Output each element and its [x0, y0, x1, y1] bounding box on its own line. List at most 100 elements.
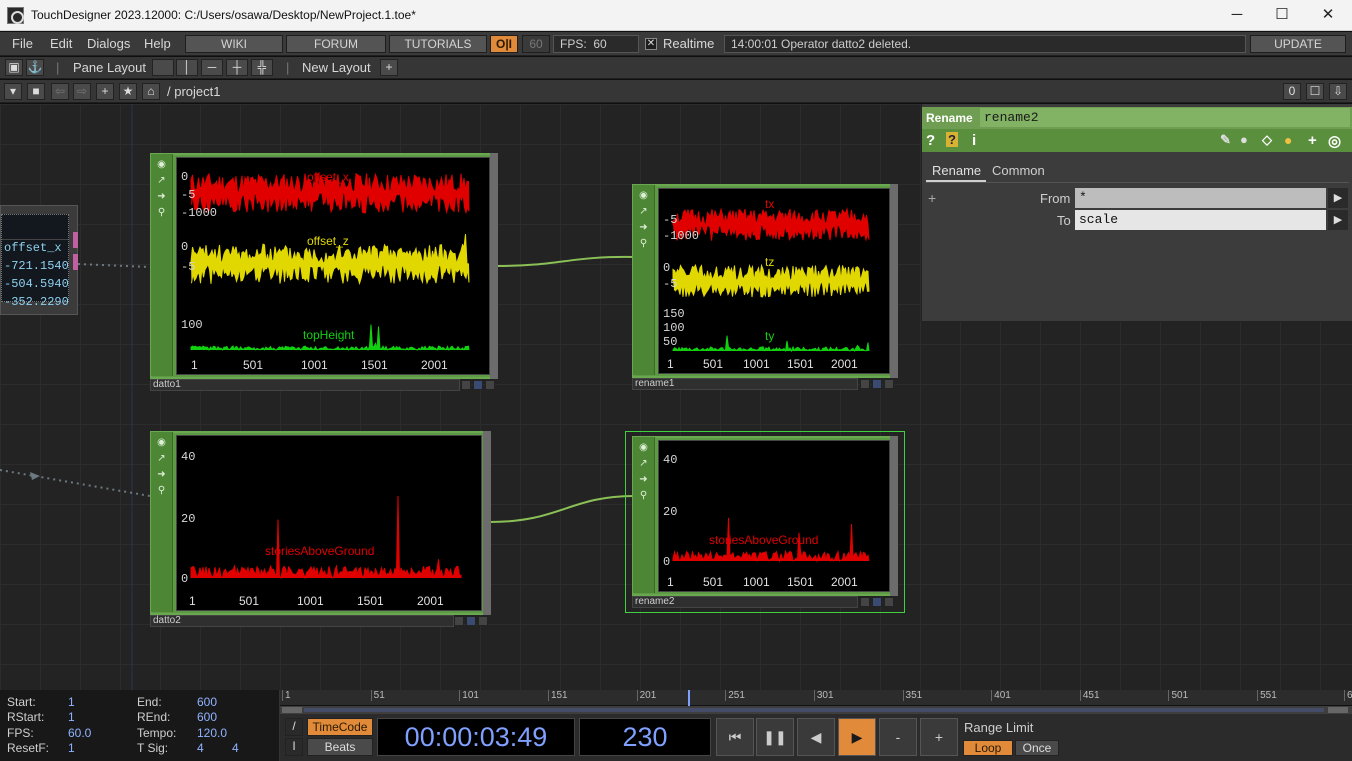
chop-viewer[interactable]: 40 20 0 storiesAboveGround 1 501 1001 15…: [658, 440, 890, 592]
download-icon[interactable]: ⇩: [1329, 83, 1347, 100]
python-help-icon[interactable]: ?: [946, 132, 958, 147]
chop-viewer[interactable]: 40 20 0 storiesAboveGround 1 501 1001 15…: [176, 435, 482, 611]
once-button[interactable]: Once: [1015, 740, 1059, 756]
performance-mode-button[interactable]: O|I: [490, 35, 518, 53]
bypass-icon[interactable]: ↗: [155, 452, 168, 465]
menu-dialogs[interactable]: Dialogs: [87, 36, 130, 51]
add-parameter-icon[interactable]: +: [1308, 132, 1317, 149]
from-field[interactable]: *: [1075, 188, 1326, 208]
node-name-label[interactable]: rename2: [632, 596, 858, 608]
lock-icon[interactable]: ⚲: [637, 237, 650, 250]
playhead[interactable]: [688, 690, 690, 706]
beats-toggle[interactable]: Beats: [307, 738, 373, 756]
to-field[interactable]: scale: [1075, 210, 1326, 230]
network-path[interactable]: / project1: [167, 84, 220, 99]
export-icon[interactable]: ➜: [155, 468, 168, 481]
timeline-ruler[interactable]: 151101151201251301351401451501551600: [280, 690, 1352, 706]
end-value[interactable]: 600: [197, 695, 217, 709]
bypass-icon[interactable]: ↗: [155, 174, 168, 187]
from-menu-arrow[interactable]: ▶: [1328, 188, 1348, 208]
play-reverse-icon[interactable]: ◀: [797, 718, 835, 756]
tab-rename[interactable]: Rename: [932, 163, 981, 178]
clone-icon[interactable]: ◇: [1262, 132, 1272, 148]
new-layout-button[interactable]: +: [380, 59, 398, 76]
forward-arrow-icon[interactable]: ⇨: [73, 83, 91, 100]
realtime-checkbox[interactable]: ✕: [645, 38, 657, 50]
layout-quad-icon[interactable]: ╬: [251, 59, 273, 76]
table-node-partial[interactable]: offset_x -721.1540 -504.5940 -352.2290: [0, 205, 78, 315]
node-name-label[interactable]: rename1: [632, 378, 858, 390]
pause-icon[interactable]: ❚❚: [756, 718, 794, 756]
start-value[interactable]: 1: [68, 695, 75, 709]
stop-icon[interactable]: ■: [27, 83, 45, 100]
node-datto2[interactable]: ◉ ↗ ➜ ⚲ 40 20 0 storiesAboveGround 1 501…: [150, 431, 491, 627]
step-forward-button[interactable]: +: [920, 718, 958, 756]
tab-common[interactable]: Common: [992, 163, 1045, 178]
menu-help[interactable]: Help: [144, 36, 171, 51]
tsig-value[interactable]: 4: [232, 741, 239, 755]
target-icon[interactable]: ◎: [1328, 132, 1341, 150]
resetf-value[interactable]: 1: [68, 741, 75, 755]
menu-file[interactable]: File: [12, 36, 33, 51]
lock-icon[interactable]: ⚲: [637, 489, 650, 502]
loop-button[interactable]: Loop: [963, 740, 1013, 756]
lock-icon[interactable]: ⚲: [155, 206, 168, 219]
to-menu-arrow[interactable]: ▶: [1328, 210, 1348, 230]
comment-icon[interactable]: ●: [1240, 132, 1248, 147]
play-forward-icon[interactable]: ▶: [838, 718, 876, 756]
back-arrow-icon[interactable]: ⇦: [51, 83, 69, 100]
export-icon[interactable]: ➜: [637, 473, 650, 486]
python-icon[interactable]: ●: [1284, 132, 1292, 148]
minimize-button[interactable]: ─: [1215, 4, 1259, 26]
node-rename1[interactable]: ◉ ↗ ➜ ⚲ -5 -1000 tx 0 -5 tz 150 100 50 t…: [632, 184, 898, 390]
lock-icon[interactable]: ⚲: [155, 484, 168, 497]
chop-viewer[interactable]: -5 -1000 tx 0 -5 tz 150 100 50 ty 1 501 …: [658, 188, 890, 374]
bypass-icon[interactable]: ↗: [637, 205, 650, 218]
rewind-icon[interactable]: ⏮: [716, 718, 754, 756]
layout-vsplit-icon[interactable]: │: [176, 59, 198, 76]
tsig-value[interactable]: 4: [197, 741, 204, 755]
timecode-toggle[interactable]: TimeCode: [307, 718, 373, 736]
close-button[interactable]: ✕: [1306, 4, 1350, 26]
menu-edit[interactable]: Edit: [50, 36, 72, 51]
node-rename2[interactable]: ◉ ↗ ➜ ⚲ 40 20 0 storiesAboveGround 1 501…: [632, 436, 898, 608]
fps-target-button[interactable]: 60: [522, 35, 550, 53]
layout-hsplit-icon[interactable]: ─: [201, 59, 223, 76]
bypass-icon[interactable]: ↗: [637, 457, 650, 470]
add-icon[interactable]: +: [96, 83, 114, 100]
fps-value[interactable]: 60.0: [68, 726, 91, 740]
info-icon[interactable]: i: [972, 132, 976, 149]
bar-icon[interactable]: I: [285, 738, 303, 756]
layout-single-icon[interactable]: [152, 59, 174, 76]
viewer-toggle-icon[interactable]: ◉: [637, 189, 650, 202]
step-back-button[interactable]: -: [879, 718, 917, 756]
viewer-toggle-icon[interactable]: ◉: [155, 158, 168, 171]
viewer-toggle-icon[interactable]: ◉: [637, 441, 650, 454]
rstart-value[interactable]: 1: [68, 710, 75, 724]
tempo-value[interactable]: 120.0: [197, 726, 227, 740]
node-datto1[interactable]: ◉ ↗ ➜ ⚲ 0 -5 -1000 offset_x 0 -5 offset_…: [150, 153, 498, 391]
maximize-pane-icon[interactable]: ☐: [1306, 83, 1324, 100]
export-icon[interactable]: ➜: [155, 190, 168, 203]
chevron-down-icon[interactable]: ▾: [4, 83, 22, 100]
export-icon[interactable]: ➜: [637, 221, 650, 234]
viewer-toggle-icon[interactable]: ◉: [155, 436, 168, 449]
node-name-label[interactable]: datto2: [150, 615, 454, 627]
update-button[interactable]: UPDATE: [1250, 35, 1346, 53]
frame-display[interactable]: 230: [579, 718, 711, 756]
home-icon[interactable]: ⌂: [142, 83, 160, 100]
wiki-button[interactable]: WIKI: [185, 35, 283, 53]
operator-name-field[interactable]: rename2: [980, 108, 1350, 127]
star-icon[interactable]: ★: [119, 83, 137, 100]
expand-icon[interactable]: +: [928, 190, 936, 206]
layout-three-icon[interactable]: ┼: [226, 59, 248, 76]
help-icon[interactable]: ?: [926, 132, 935, 149]
anchor-icon[interactable]: ⚓: [26, 59, 44, 76]
node-name-label[interactable]: datto1: [150, 379, 460, 391]
chop-viewer[interactable]: 0 -5 -1000 offset_x 0 -5 offset_z 100 to…: [176, 157, 490, 375]
maximize-button[interactable]: ☐: [1260, 4, 1304, 26]
rend-value[interactable]: 600: [197, 710, 217, 724]
tutorials-button[interactable]: TUTORIALS: [389, 35, 487, 53]
pencil-icon[interactable]: ✎: [1220, 132, 1231, 148]
forum-button[interactable]: FORUM: [286, 35, 386, 53]
